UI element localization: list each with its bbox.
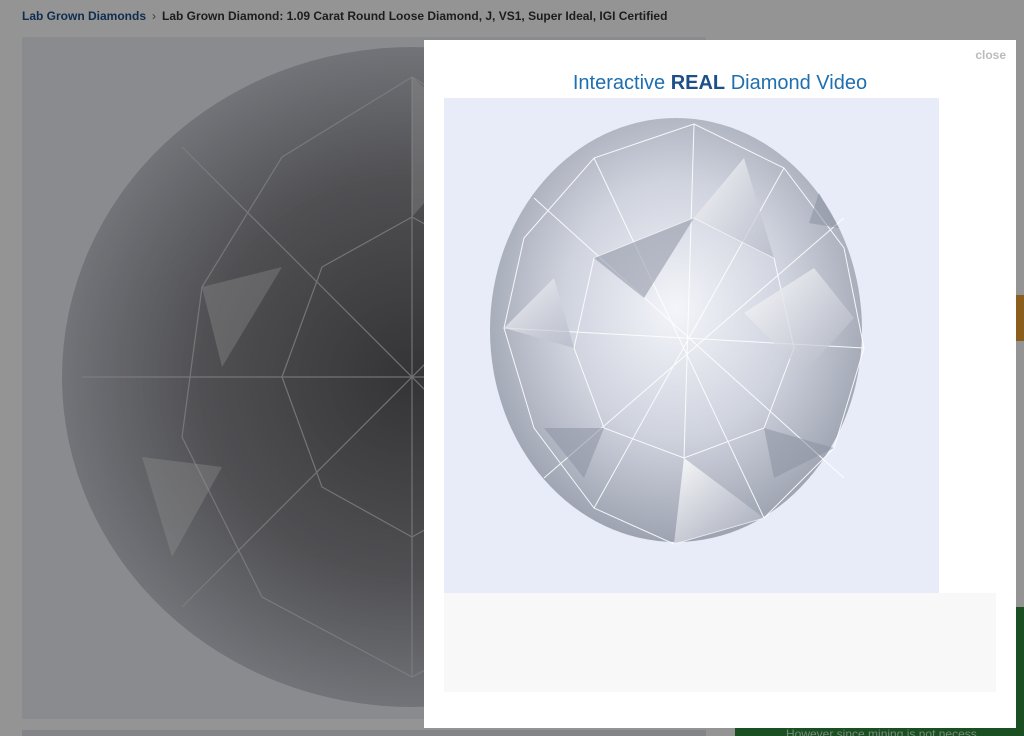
modal-title-prefix: Interactive bbox=[572, 72, 671, 94]
video-modal: close Interactive REAL Diamond Video bbox=[424, 40, 1016, 728]
video-control-bar[interactable] bbox=[444, 593, 996, 692]
modal-title: Interactive REAL Diamond Video bbox=[424, 72, 1016, 95]
diamond-video-player[interactable] bbox=[444, 98, 939, 593]
modal-title-suffix: Diamond Video bbox=[725, 72, 868, 94]
close-button[interactable]: close bbox=[975, 48, 1006, 62]
diamond-video-frame bbox=[490, 118, 865, 545]
modal-title-bold: REAL bbox=[670, 72, 726, 94]
